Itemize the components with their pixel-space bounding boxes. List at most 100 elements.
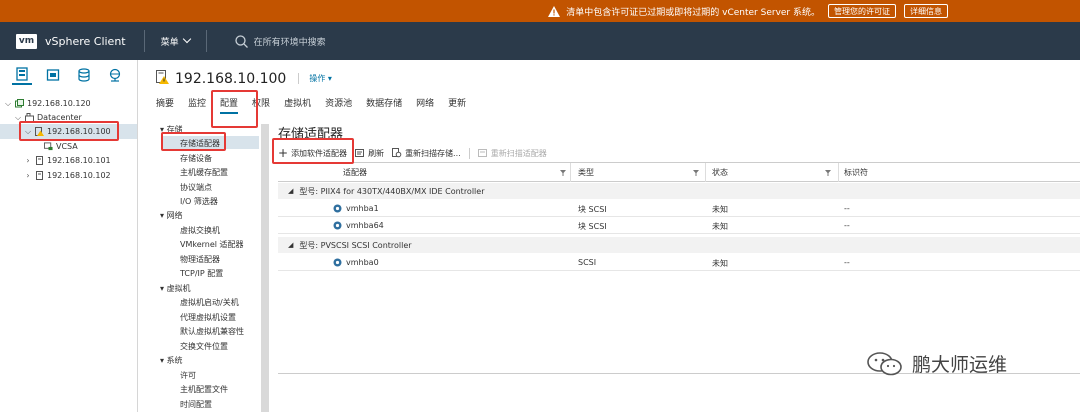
alert-details-button[interactable]: 详细信息 (904, 4, 948, 18)
column-divider (705, 163, 706, 182)
tree-item-vcsa[interactable]: VCSA (44, 139, 78, 154)
adapter-identifier: -- (844, 204, 850, 213)
tree-item-host-101[interactable]: › 192.168.10.101 (24, 153, 111, 168)
highlight-box-configure-tab (211, 90, 258, 128)
watermark-text: 鹏大师运维 (912, 354, 1008, 376)
vms-templates-tab-icon[interactable] (43, 65, 63, 85)
vm-icon (44, 142, 53, 151)
config-nav-scrollbar[interactable] (261, 124, 269, 412)
refresh-button[interactable]: 刷新 (355, 148, 384, 159)
rescan-adapter-button[interactable]: 重新扫描适配器 (477, 148, 547, 159)
column-header-status[interactable]: 状态 (712, 167, 728, 178)
toolbar-divider (468, 147, 470, 159)
group-row-pvscsi[interactable]: ◢ 型号: PVSCSI SCSI Controller (278, 237, 1080, 253)
filter-icon[interactable] (560, 169, 566, 176)
adapters-grid: 适配器 类型 状态 标识符 ◢ 型号: PIIX4 for 430TX/440B… (278, 162, 1080, 374)
nav-vmkernel-adapters[interactable]: VMkernel 适配器 (180, 239, 244, 250)
filter-icon[interactable] (825, 169, 831, 176)
adapter-identifier: -- (844, 258, 850, 267)
main-menu-button[interactable]: 菜单 (160, 34, 191, 48)
rescan-icon (392, 148, 402, 158)
rescan-storage-button[interactable]: 重新扫描存储... (392, 148, 461, 159)
tab-monitor[interactable]: 监控 (188, 96, 206, 114)
vmware-logo[interactable]: vm (16, 33, 37, 49)
grid-header: 适配器 类型 状态 标识符 (278, 163, 1080, 182)
nav-time-config[interactable]: 时间配置 (180, 399, 212, 410)
nav-protocol-endpoints[interactable]: 协议端点 (180, 182, 212, 193)
alert-message: 清单中包含许可证已过期或即将过期的 vCenter Server 系统。 (566, 7, 820, 18)
menu-label: 菜单 (160, 37, 179, 48)
adapter-name: vmhba0 (346, 258, 379, 267)
nav-physical-adapters[interactable]: 物理适配器 (180, 254, 220, 265)
hosts-clusters-tab-icon[interactable] (11, 65, 32, 85)
nav-licensing[interactable]: 许可 (180, 370, 196, 381)
tab-datastores[interactable]: 数据存储 (366, 96, 402, 114)
adapter-status: 未知 (712, 259, 728, 268)
nav-virtual-switches[interactable]: 虚拟交换机 (180, 225, 220, 236)
tree-item-host-102[interactable]: › 192.168.10.102 (24, 168, 111, 183)
nav-agent-vm-settings[interactable]: 代理虚拟机设置 (180, 312, 236, 323)
nav-default-vm-compat[interactable]: 默认虚拟机兼容性 (180, 326, 244, 337)
vcenter-icon (15, 99, 24, 108)
object-header: 192.168.10.100 操作 ▾ (156, 70, 332, 87)
group-row-piix4[interactable]: ◢ 型号: PIIX4 for 430TX/440BX/MX IDE Contr… (278, 183, 1080, 199)
nav-host-profile[interactable]: 主机配置文件 (180, 384, 228, 395)
nav-vm-startup[interactable]: 虚拟机启动/关机 (180, 297, 239, 308)
nav-io-filters[interactable]: I/O 筛选器 (180, 196, 218, 207)
storage-tab-icon[interactable] (74, 65, 94, 85)
highlight-box-host (19, 121, 119, 141)
chevron-right-icon[interactable]: › (24, 156, 32, 165)
object-tabs: 摘要 监控 配置 权限 虚拟机 资源池 数据存储 网络 更新 (156, 96, 480, 114)
manage-licenses-button[interactable]: 管理您的许可证 (828, 4, 896, 18)
adapter-status: 未知 (712, 222, 728, 231)
tab-updates[interactable]: 更新 (448, 96, 466, 114)
refresh-label: 刷新 (368, 148, 385, 158)
collapse-icon[interactable]: ◢ (288, 187, 293, 195)
highlight-box-storage-adapters (161, 132, 226, 151)
column-header-type[interactable]: 类型 (578, 167, 594, 178)
adapter-icon (333, 204, 342, 215)
adapter-type: 块 SCSI (578, 205, 607, 214)
section-system[interactable]: ▾ 系统 (160, 355, 183, 366)
tree-item-vcenter[interactable]: ⌵ 192.168.10.120 (4, 96, 91, 111)
adapter-name: vmhba1 (346, 204, 379, 213)
column-divider (570, 163, 571, 182)
chevron-down-icon[interactable]: ⌵ (4, 99, 12, 108)
navigator-tabs (0, 60, 137, 90)
tab-networks[interactable]: 网络 (416, 96, 434, 114)
table-row[interactable]: vmhba64 块 SCSI 未知 -- (278, 217, 1080, 234)
nav-tcpip-config[interactable]: TCP/IP 配置 (180, 268, 223, 279)
collapse-icon[interactable]: ◢ (288, 241, 293, 249)
column-header-adapter[interactable]: 适配器 (343, 167, 367, 178)
nav-swap-file-location[interactable]: 交换文件位置 (180, 341, 228, 352)
group-label: 型号: PVSCSI SCSI Controller (299, 240, 412, 250)
object-name: 192.168.10.100 (175, 70, 287, 87)
adapter-icon (333, 221, 342, 232)
tab-summary[interactable]: 摘要 (156, 96, 174, 114)
actions-menu[interactable]: 操作 ▾ (298, 73, 332, 84)
wechat-icon (867, 351, 902, 375)
tab-vms[interactable]: 虚拟机 (284, 96, 311, 114)
rescan-adapter-label: 重新扫描适配器 (490, 148, 547, 158)
group-label: 型号: PIIX4 for 430TX/440BX/MX IDE Control… (299, 186, 485, 196)
adapter-type: SCSI (578, 258, 597, 267)
section-networking[interactable]: ▾ 网络 (160, 210, 183, 221)
adapter-type: 块 SCSI (578, 222, 607, 231)
column-header-identifier[interactable]: 标识符 (844, 167, 868, 178)
adapter-name: vmhba64 (346, 221, 384, 230)
host-icon (35, 171, 44, 180)
filter-icon[interactable] (693, 169, 699, 176)
tab-resource-pools[interactable]: 资源池 (325, 96, 352, 114)
tree-item-label: 192.168.10.120 (27, 99, 91, 108)
rescan-storage-label: 重新扫描存储... (405, 148, 461, 158)
column-divider (838, 163, 839, 182)
app-title[interactable]: vSphere Client (45, 35, 126, 48)
global-search-input[interactable]: 在所有环境中搜索 (234, 34, 326, 48)
nav-storage-devices[interactable]: 存储设备 (180, 153, 212, 164)
table-row[interactable]: vmhba1 块 SCSI 未知 -- (278, 200, 1080, 217)
table-row[interactable]: vmhba0 SCSI 未知 -- (278, 254, 1080, 271)
section-virtual-machines[interactable]: ▾ 虚拟机 (160, 283, 191, 294)
networking-tab-icon[interactable] (105, 65, 125, 85)
nav-host-cache[interactable]: 主机缓存配置 (180, 167, 228, 178)
chevron-right-icon[interactable]: › (24, 171, 32, 180)
